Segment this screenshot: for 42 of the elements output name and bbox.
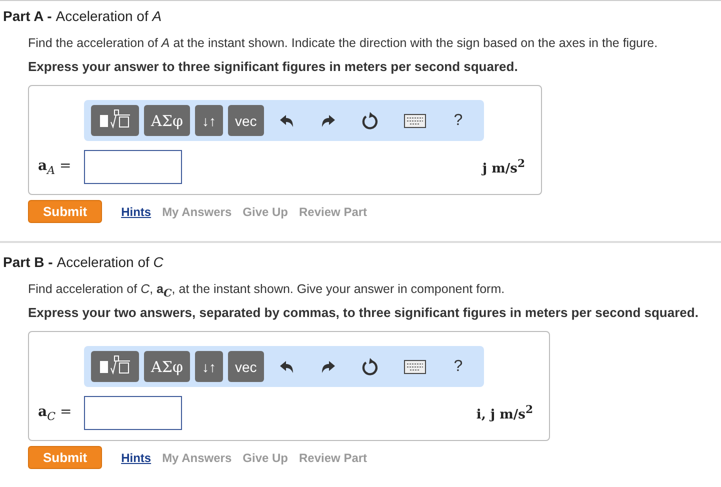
instruction-text: Express your answer to three significant figures in meters per second squared. (28, 58, 519, 76)
question-text: Find the acceleration of A at the instant shown. Indicate the direction with the sign based on the axes in the figure. (28, 35, 659, 52)
help-button[interactable]: ? (446, 105, 470, 136)
part-label: Part A - (3, 8, 52, 24)
template-button[interactable] (91, 351, 139, 382)
hints-link[interactable]: Hints (121, 204, 152, 218)
square-root-icon (98, 354, 132, 376)
action-text: Review Part (299, 204, 368, 218)
answer-field[interactable] (84, 150, 182, 184)
keyboard-icon[interactable] (404, 360, 426, 374)
part-title: Acceleration of C (56, 254, 164, 270)
part-title: Acceleration of A (56, 8, 162, 24)
redo-icon[interactable] (320, 112, 336, 128)
instruction-text: Express your two answers, separated by commas, to three significant figures in meters per second squared. (28, 304, 700, 322)
help-button[interactable]: ? (446, 351, 470, 382)
undo-icon[interactable] (278, 112, 295, 128)
reset-icon[interactable] (360, 112, 379, 130)
square-root-icon (98, 108, 132, 130)
units-label: j m/s$^{2}$ (482, 157, 525, 177)
keyboard-icon[interactable] (404, 114, 426, 128)
greek-symbols-button[interactable]: ΑΣφ (144, 351, 190, 382)
action-text: Give Up (242, 450, 288, 464)
action-text: Review Part (299, 450, 368, 464)
hints-link[interactable]: Hints (121, 450, 152, 464)
greek-symbols-button[interactable]: ΑΣφ (144, 105, 190, 136)
undo-icon[interactable] (278, 358, 295, 374)
units-label: i, j m/s$^{2}$ (476, 403, 533, 423)
reset-icon[interactable] (360, 358, 379, 376)
action-text: My Answers (162, 204, 232, 218)
answer-field[interactable] (84, 396, 182, 430)
vector-button[interactable]: vec (228, 351, 264, 382)
action-text: My Answers (162, 450, 232, 464)
redo-icon[interactable] (320, 358, 336, 374)
template-button[interactable] (91, 105, 139, 136)
action-text: Give Up (242, 204, 288, 218)
variable-label: a$_{A}$ = (38, 158, 72, 176)
question-text: Find acceleration of C, a$_{C}$, at the instant shown. Give your answer in component form. (28, 281, 506, 298)
arrows-button[interactable]: ↓↑ (194, 105, 223, 136)
part-label: Part B - (3, 254, 53, 270)
variable-label: a$_{C}$ = (38, 404, 73, 422)
arrows-button[interactable]: ↓↑ (194, 351, 223, 382)
vector-button[interactable]: vec (228, 105, 264, 136)
